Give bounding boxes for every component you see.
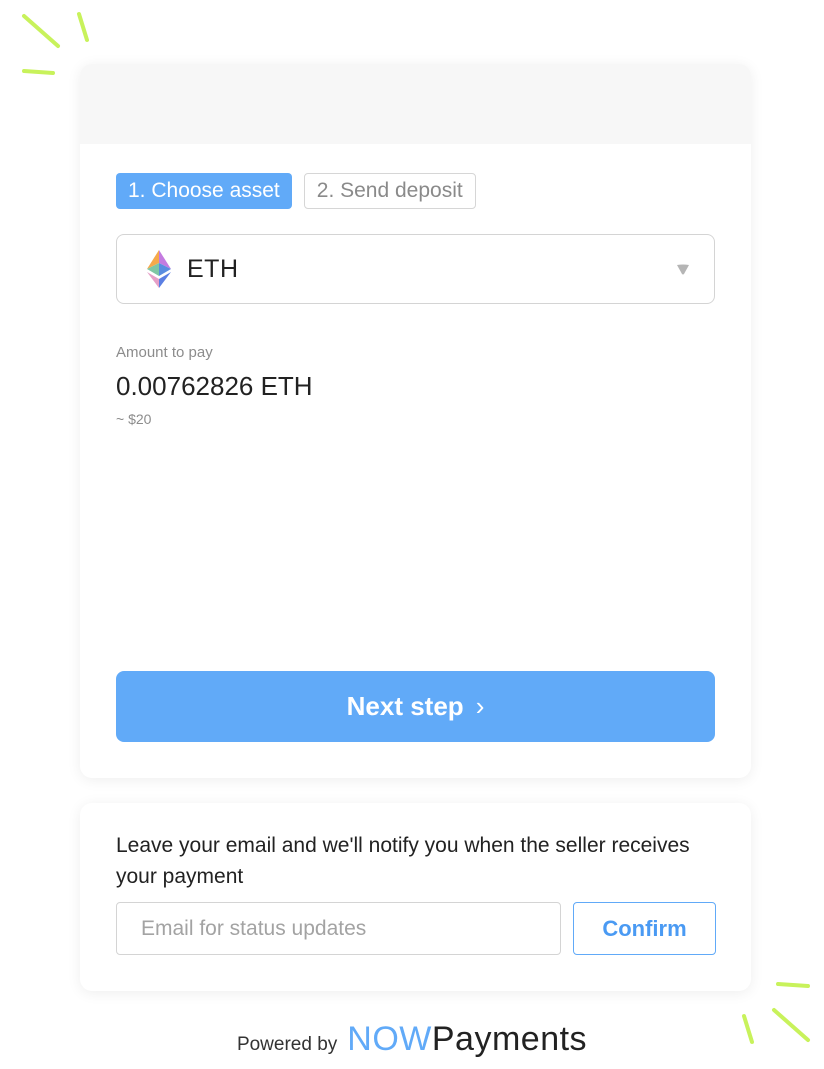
step-send-deposit[interactable]: 2. Send deposit	[303, 173, 476, 209]
email-field[interactable]	[116, 902, 561, 955]
step-indicator: 1. Choose asset 2. Send deposit	[116, 173, 476, 209]
confirm-button[interactable]: Confirm	[573, 902, 716, 955]
amount-label: Amount to pay	[116, 344, 213, 361]
caret-down-icon	[677, 264, 689, 275]
payment-card: 1. Choose asset 2. Send deposit ETH Amou…	[80, 64, 751, 778]
email-notification-card: Leave your email and we'll notify you wh…	[80, 803, 751, 991]
chevron-right-icon: ›	[475, 691, 485, 721]
brand-now-text: NOW	[347, 1020, 432, 1058]
footer: Powered by NOWPayments	[0, 1020, 824, 1059]
next-step-button[interactable]: Next step ›	[116, 671, 715, 742]
amount-value: 0.00762826 ETH	[116, 371, 313, 401]
card-header	[80, 64, 751, 144]
amount-fiat-value: ~ $20	[116, 411, 152, 427]
next-step-label: Next step	[346, 691, 464, 721]
selected-asset-label: ETH	[187, 254, 239, 283]
powered-by-label: Powered by	[236, 1034, 338, 1055]
asset-select-dropdown[interactable]: ETH	[116, 234, 715, 304]
nowpayments-logo[interactable]: NOWPayments	[347, 1020, 587, 1059]
email-notice-text: Leave your email and we'll notify you wh…	[116, 834, 690, 888]
ethereum-logo-icon	[147, 250, 171, 288]
brand-payments-text: Payments	[431, 1020, 588, 1058]
step-choose-asset[interactable]: 1. Choose asset	[116, 173, 292, 209]
